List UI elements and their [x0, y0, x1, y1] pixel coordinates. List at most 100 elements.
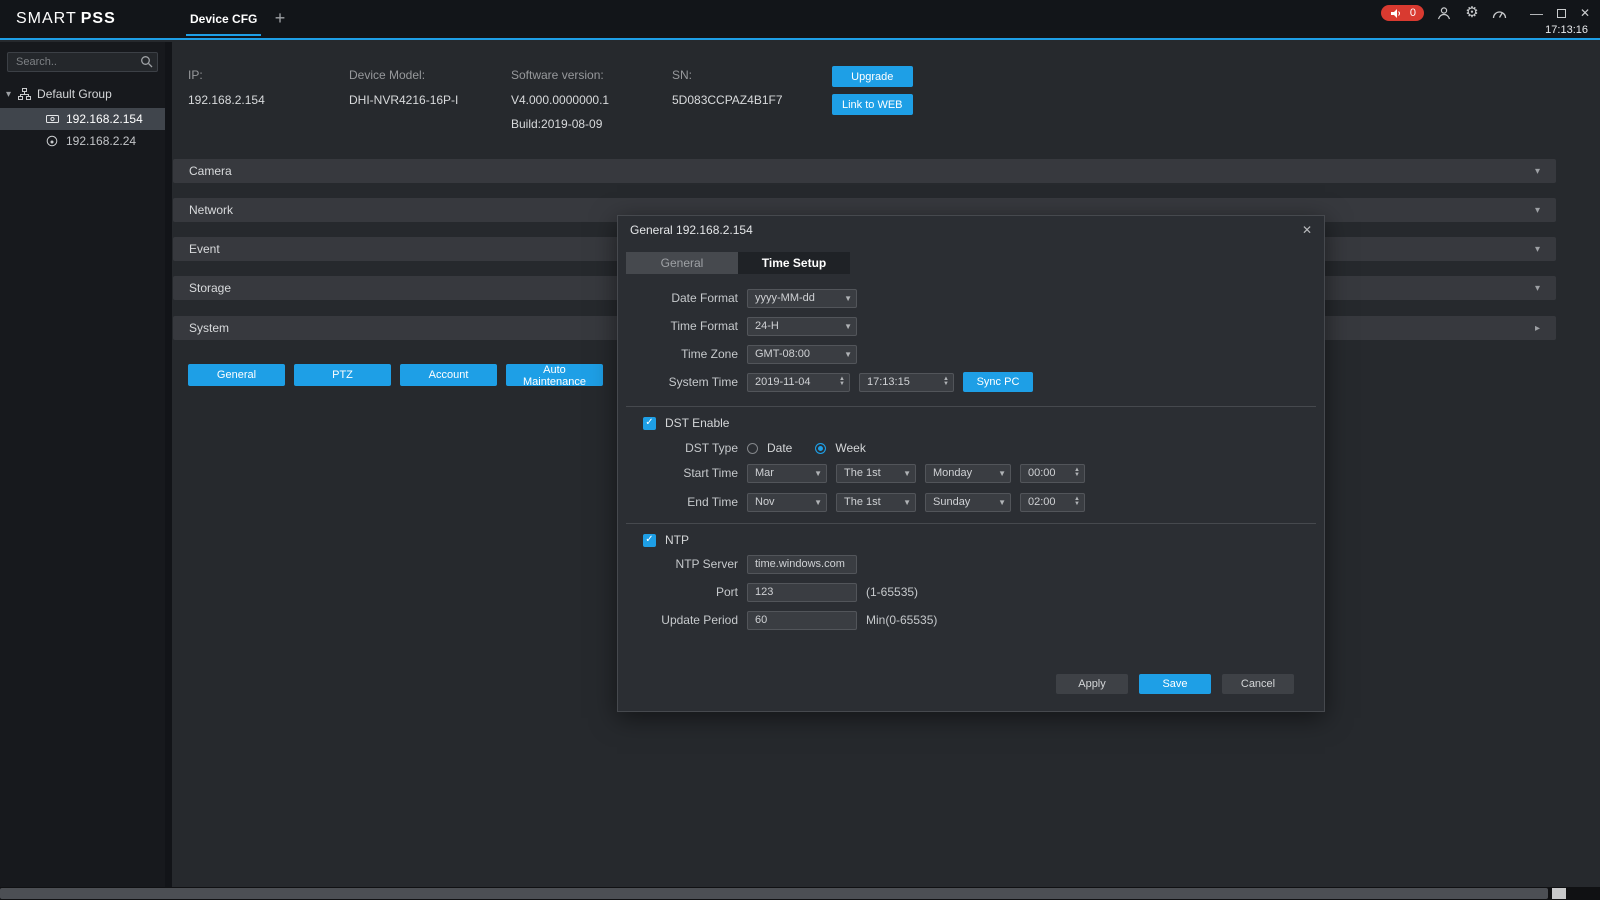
search-input[interactable] — [7, 52, 158, 72]
start-day-value: Monday — [933, 467, 994, 479]
user-icon[interactable] — [1436, 5, 1452, 21]
clock: 17:13:16 — [1545, 24, 1588, 36]
add-tab-button[interactable]: + — [270, 8, 290, 29]
time-zone-select[interactable]: GMT-08:00 ▼ — [747, 345, 857, 364]
spinner-arrows-icon[interactable]: ▲▼ — [1074, 468, 1080, 478]
port-input[interactable] — [747, 583, 857, 602]
gear-icon[interactable]: ⚙ — [1464, 5, 1480, 21]
scrollbar-corner — [1552, 888, 1566, 899]
check-icon: ✓ — [645, 418, 653, 428]
group-label: Default Group — [37, 87, 112, 101]
system-auto-maintenance-button[interactable]: Auto Maintenance — [506, 364, 603, 386]
cancel-button[interactable]: Cancel — [1222, 674, 1294, 694]
divider — [626, 406, 1316, 407]
system-date-spinner[interactable]: 2019-11-04 ▲▼ — [747, 373, 850, 392]
start-clock-value: 00:00 — [1028, 467, 1070, 479]
section-label: Storage — [189, 281, 231, 295]
update-period-input[interactable] — [747, 611, 857, 630]
time-format-select[interactable]: 24-H ▼ — [747, 317, 857, 336]
section-label: Camera — [189, 164, 232, 178]
end-month-select[interactable]: Nov ▼ — [747, 493, 827, 512]
device-item-24[interactable]: 192.168.2.24 — [0, 130, 165, 152]
end-clock-spinner[interactable]: 02:00 ▲▼ — [1020, 493, 1085, 512]
time-format-value: 24-H — [755, 320, 840, 332]
date-format-select[interactable]: yyyy-MM-dd ▼ — [747, 289, 857, 308]
serial-number-block: SN: 5D083CCPAZ4B1F7 — [672, 68, 783, 117]
time-zone-row: Time Zone GMT-08:00 ▼ — [618, 344, 857, 364]
device-label: 192.168.2.154 — [66, 112, 143, 126]
chevron-right-icon: ▸ — [1535, 323, 1540, 334]
system-general-button[interactable]: General — [188, 364, 285, 386]
system-time-spinner[interactable]: 17:13:15 ▲▼ — [859, 373, 954, 392]
dialog-actions: Apply Save Cancel — [1056, 674, 1294, 694]
tab-device-cfg-label: Device CFG — [190, 12, 257, 26]
ntp-server-input[interactable] — [747, 555, 857, 574]
end-day-value: Sunday — [933, 496, 994, 508]
start-week-select[interactable]: The 1st ▼ — [836, 464, 916, 483]
update-period-range-note: Min(0-65535) — [866, 613, 937, 627]
restore-button[interactable] — [1557, 9, 1566, 18]
dst-enable-row: ✓ DST Enable — [643, 413, 729, 433]
search-icon[interactable] — [140, 55, 153, 71]
section-label: System — [189, 321, 229, 335]
tab-time-setup[interactable]: Time Setup — [738, 252, 850, 274]
apply-button[interactable]: Apply — [1056, 674, 1128, 694]
chevron-down-icon: ▼ — [844, 322, 852, 331]
tab-device-cfg[interactable]: Device CFG — [186, 0, 261, 38]
ntp-checkbox[interactable]: ✓ — [643, 534, 656, 547]
ip-label: IP: — [188, 68, 265, 82]
alarm-badge[interactable]: 0 — [1381, 5, 1424, 21]
link-to-web-button[interactable]: Link to WEB — [832, 94, 913, 115]
update-period-label: Update Period — [618, 613, 738, 627]
software-value: V4.000.0000000.1 — [511, 93, 609, 107]
dst-enable-checkbox[interactable]: ✓ — [643, 417, 656, 430]
software-label: Software version: — [511, 68, 609, 82]
minimize-button[interactable]: — — [1530, 6, 1543, 21]
scrollbar-thumb[interactable] — [0, 888, 1548, 899]
spinner-arrows-icon[interactable]: ▲▼ — [839, 377, 845, 387]
date-format-label: Date Format — [618, 291, 738, 305]
port-range-note: (1-65535) — [866, 585, 918, 599]
section-camera[interactable]: Camera ▾ — [173, 159, 1556, 183]
system-time-row: System Time 2019-11-04 ▲▼ 17:13:15 ▲▼ Sy… — [618, 372, 1033, 392]
start-time-row: Start Time Mar ▼ The 1st ▼ Monday ▼ 00:0… — [618, 463, 1085, 483]
model-label: Device Model: — [349, 68, 458, 82]
upgrade-button[interactable]: Upgrade — [832, 66, 913, 87]
collapse-caret-icon[interactable]: ▾ — [6, 89, 11, 100]
software-version-block: Software version: V4.000.0000000.1 Build… — [511, 68, 609, 141]
time-format-row: Time Format 24-H ▼ — [618, 316, 857, 336]
device-item-154[interactable]: 192.168.2.154 — [0, 108, 165, 130]
gauge-icon[interactable] — [1492, 5, 1508, 21]
end-day-select[interactable]: Sunday ▼ — [925, 493, 1011, 512]
general-settings-dialog: General 192.168.2.154 ✕ General Time Set… — [617, 215, 1325, 712]
time-zone-value: GMT-08:00 — [755, 348, 840, 360]
sync-pc-button[interactable]: Sync PC — [963, 372, 1033, 392]
chevron-down-icon: ▼ — [903, 498, 911, 507]
speaker-icon — [1389, 5, 1405, 21]
save-button[interactable]: Save — [1139, 674, 1211, 694]
dst-type-date-radio[interactable] — [747, 443, 758, 454]
horizontal-scrollbar[interactable] — [0, 887, 1600, 900]
spinner-arrows-icon[interactable]: ▲▼ — [943, 377, 949, 387]
spinner-arrows-icon[interactable]: ▲▼ — [1074, 497, 1080, 507]
system-buttons-row: General PTZ Account Auto Maintenance — [188, 364, 603, 386]
start-clock-spinner[interactable]: 00:00 ▲▼ — [1020, 464, 1085, 483]
logo-smart: SMART — [16, 10, 77, 27]
start-day-select[interactable]: Monday ▼ — [925, 464, 1011, 483]
group-icon — [16, 86, 32, 102]
tree-group-default[interactable]: ▾ Default Group — [0, 80, 165, 108]
dst-type-week-radio[interactable] — [815, 443, 826, 454]
chevron-down-icon: ▼ — [998, 469, 1006, 478]
start-month-select[interactable]: Mar ▼ — [747, 464, 827, 483]
ntp-label: NTP — [665, 533, 689, 547]
tab-general[interactable]: General — [626, 252, 738, 274]
close-window-button[interactable]: ✕ — [1580, 6, 1590, 20]
system-ptz-button[interactable]: PTZ — [294, 364, 391, 386]
end-week-select[interactable]: The 1st ▼ — [836, 493, 916, 512]
system-account-button[interactable]: Account — [400, 364, 497, 386]
alarm-count: 0 — [1410, 7, 1416, 19]
ip-value: 192.168.2.154 — [188, 93, 265, 107]
device-ip-block: IP: 192.168.2.154 — [188, 68, 265, 117]
chevron-down-icon: ▼ — [814, 498, 822, 507]
close-icon[interactable]: ✕ — [1302, 223, 1312, 237]
